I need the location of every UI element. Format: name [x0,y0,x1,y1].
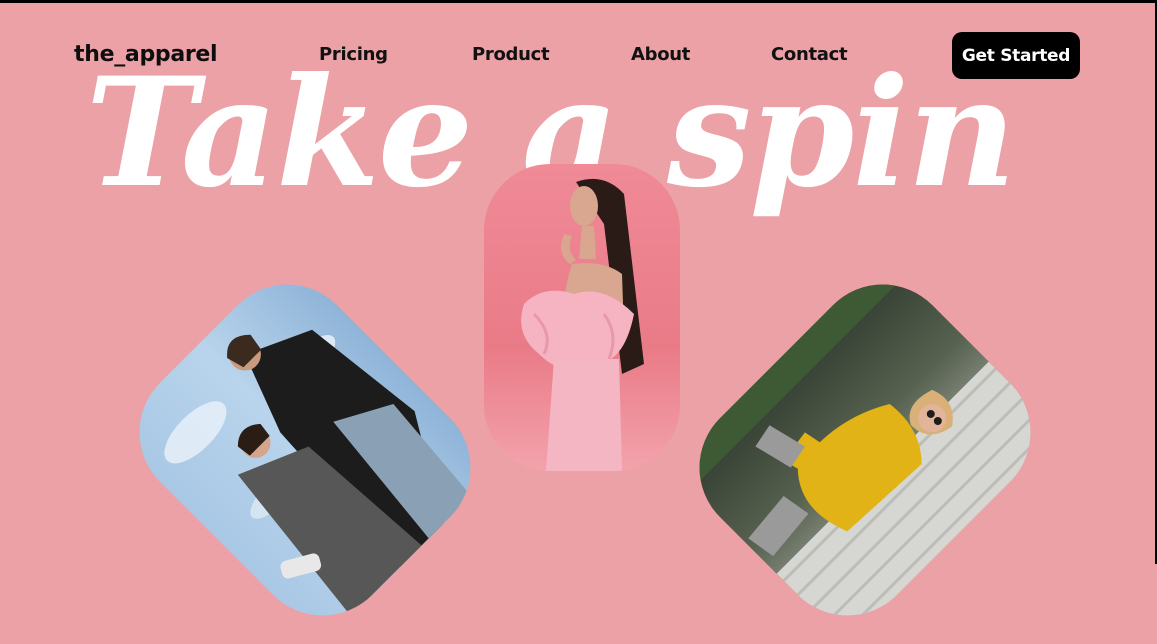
photo-left-illustration [164,329,472,617]
fashion-photo-right [670,255,1060,644]
photo-center-illustration [521,178,644,471]
fashion-photo-left [110,255,500,644]
photo-right-illustration [670,255,1060,644]
top-border [0,0,1157,3]
fashion-photo-center [484,164,680,471]
